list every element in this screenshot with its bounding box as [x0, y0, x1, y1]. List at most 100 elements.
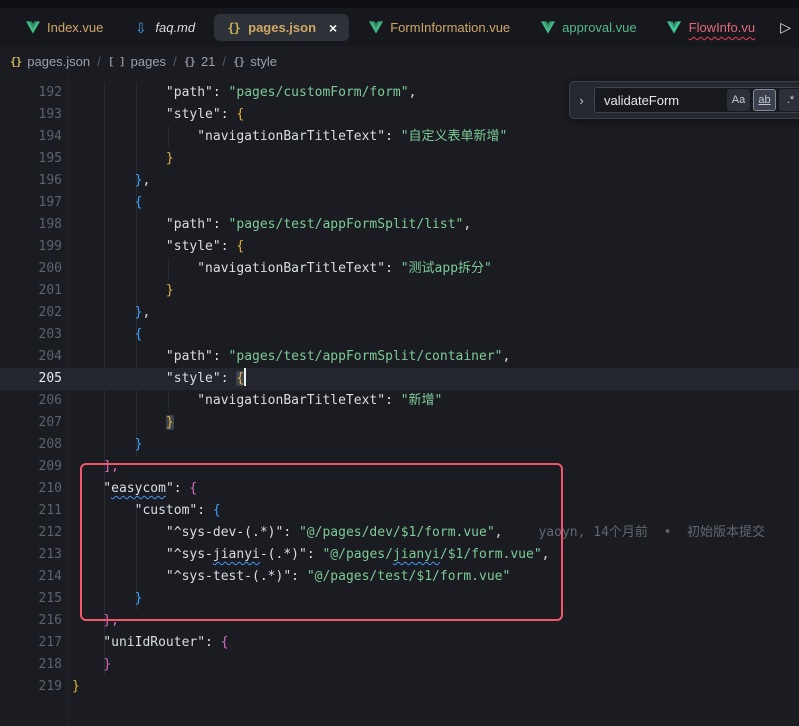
- tab-approval-vue[interactable]: approval.vue: [525, 8, 651, 47]
- code-line[interactable]: 200 "navigationBarTitleText": "测试app拆分": [0, 258, 799, 280]
- code-line[interactable]: 211 "custom": {: [0, 500, 799, 522]
- code-line[interactable]: 197 {: [0, 192, 799, 214]
- code-token: [72, 283, 166, 298]
- code-line[interactable]: 195 }: [0, 148, 799, 170]
- line-number[interactable]: 214: [0, 566, 62, 588]
- tab-close-icon[interactable]: ×: [329, 21, 337, 35]
- code-line[interactable]: 219}: [0, 676, 799, 698]
- line-number[interactable]: 208: [0, 434, 62, 456]
- line-number[interactable]: 205: [0, 368, 62, 390]
- line-number[interactable]: 217: [0, 632, 62, 654]
- vue-file-icon: [25, 20, 40, 35]
- code-line[interactable]: 214 "^sys-test-(.*)": "@/pages/test/$1/f…: [0, 566, 799, 588]
- line-number[interactable]: 198: [0, 214, 62, 236]
- whole-word-button[interactable]: ab: [753, 89, 776, 111]
- code-line[interactable]: 216 },: [0, 610, 799, 632]
- tab-flowinfo-vue[interactable]: FlowInfo.vu: [652, 8, 770, 47]
- line-number[interactable]: 213: [0, 544, 62, 566]
- code-line[interactable]: 196 },: [0, 170, 799, 192]
- line-number[interactable]: 195: [0, 148, 62, 170]
- code-line[interactable]: 208 }: [0, 434, 799, 456]
- line-number[interactable]: 215: [0, 588, 62, 610]
- line-number[interactable]: 196: [0, 170, 62, 192]
- code-line[interactable]: 204 "path": "pages/test/appFormSplit/con…: [0, 346, 799, 368]
- line-number[interactable]: 218: [0, 654, 62, 676]
- line-number[interactable]: 201: [0, 280, 62, 302]
- line-number[interactable]: 200: [0, 258, 62, 280]
- line-number[interactable]: 219: [0, 676, 62, 698]
- code-line[interactable]: 199 "style": {: [0, 236, 799, 258]
- line-number[interactable]: 216: [0, 610, 62, 632]
- code-lines: 192 "path": "pages/customForm/form",193 …: [0, 75, 799, 698]
- match-case-button[interactable]: Aa: [727, 89, 750, 111]
- breadcrumb-label: 21: [201, 54, 215, 69]
- code-text: "navigationBarTitleText": "新增": [62, 390, 799, 412]
- titlebar-strip: [0, 0, 799, 8]
- breadcrumb-item-file[interactable]: {} pages.json: [10, 54, 90, 69]
- code-line[interactable]: 212 "^sys-dev-(.*)": "@/pages/dev/$1/for…: [0, 522, 799, 544]
- line-number[interactable]: 202: [0, 302, 62, 324]
- code-text: },: [62, 302, 799, 324]
- code-text: "path": "pages/test/appFormSplit/contain…: [62, 346, 799, 368]
- line-number[interactable]: 193: [0, 104, 62, 126]
- code-text: }: [62, 412, 799, 434]
- code-line[interactable]: 217 "uniIdRouter": {: [0, 632, 799, 654]
- breadcrumb-label: pages: [131, 54, 166, 69]
- tab-faq-md[interactable]: ⇩ faq.md: [118, 8, 210, 47]
- code-token: }: [135, 437, 143, 452]
- code-line[interactable]: 215 }: [0, 588, 799, 610]
- tab-overflow-chevron-icon[interactable]: ▷: [780, 19, 791, 36]
- code-token: ,: [542, 547, 550, 562]
- line-number[interactable]: 204: [0, 346, 62, 368]
- line-number[interactable]: 206: [0, 390, 62, 412]
- code-token: ],: [103, 459, 119, 474]
- code-line[interactable]: 213 "^sys-jianyi-(.*)": "@/pages/jianyi/…: [0, 544, 799, 566]
- code-token: "^sys-dev-(.*)":: [72, 525, 299, 540]
- code-line[interactable]: 209 ],: [0, 456, 799, 478]
- breadcrumb-item-pages[interactable]: [ ] pages: [108, 54, 166, 69]
- code-line[interactable]: 203 {: [0, 324, 799, 346]
- code-token: "新增": [401, 393, 443, 408]
- code-line[interactable]: 218 }: [0, 654, 799, 676]
- find-input[interactable]: validateForm Aa ab .*: [594, 87, 799, 113]
- code-token: ": [72, 481, 111, 496]
- tab-index-vue[interactable]: Index.vue: [10, 8, 118, 47]
- code-line[interactable]: 202 },: [0, 302, 799, 324]
- code-line[interactable]: 201 }: [0, 280, 799, 302]
- line-number[interactable]: 211: [0, 500, 62, 522]
- regex-button[interactable]: .*: [779, 89, 799, 111]
- line-number[interactable]: 212: [0, 522, 62, 544]
- code-token: "style":: [72, 371, 236, 386]
- breadcrumb-item-style[interactable]: {} style: [233, 54, 277, 69]
- tab-label: pages.json: [248, 20, 316, 35]
- code-line[interactable]: 206 "navigationBarTitleText": "新增": [0, 390, 799, 412]
- code-token: ,: [142, 173, 150, 188]
- line-number[interactable]: 194: [0, 126, 62, 148]
- code-token: [72, 437, 135, 452]
- tab-pages-json[interactable]: {} pages.json ×: [214, 14, 349, 41]
- breadcrumb-separator: /: [173, 54, 177, 69]
- find-expand-chevron-icon[interactable]: ›: [570, 82, 593, 118]
- line-number[interactable]: 207: [0, 412, 62, 434]
- code-text: }: [62, 654, 799, 676]
- code-token: "custom":: [72, 503, 213, 518]
- find-toggles: Aa ab .*: [727, 89, 799, 111]
- code-line[interactable]: 207 }: [0, 412, 799, 434]
- code-text: },: [62, 610, 799, 632]
- tab-forminformation-vue[interactable]: FormInformation.vue: [353, 8, 525, 47]
- line-number[interactable]: 210: [0, 478, 62, 500]
- line-number[interactable]: 199: [0, 236, 62, 258]
- code-line[interactable]: 205 "style": {: [0, 368, 799, 390]
- line-number[interactable]: 209: [0, 456, 62, 478]
- code-line[interactable]: 210 "easycom": {: [0, 478, 799, 500]
- line-number[interactable]: 192: [0, 82, 62, 104]
- line-number[interactable]: 197: [0, 192, 62, 214]
- code-text: "^sys-test-(.*)": "@/pages/test/$1/form.…: [62, 566, 799, 588]
- code-token: ,: [142, 305, 150, 320]
- line-number[interactable]: 203: [0, 324, 62, 346]
- breadcrumb-item-21[interactable]: {} 21: [184, 54, 216, 69]
- code-token: },: [103, 613, 119, 628]
- code-line[interactable]: 198 "path": "pages/test/appFormSplit/lis…: [0, 214, 799, 236]
- code-line[interactable]: 194 "navigationBarTitleText": "自定义表单新增": [0, 126, 799, 148]
- find-query-text[interactable]: validateForm: [595, 93, 727, 108]
